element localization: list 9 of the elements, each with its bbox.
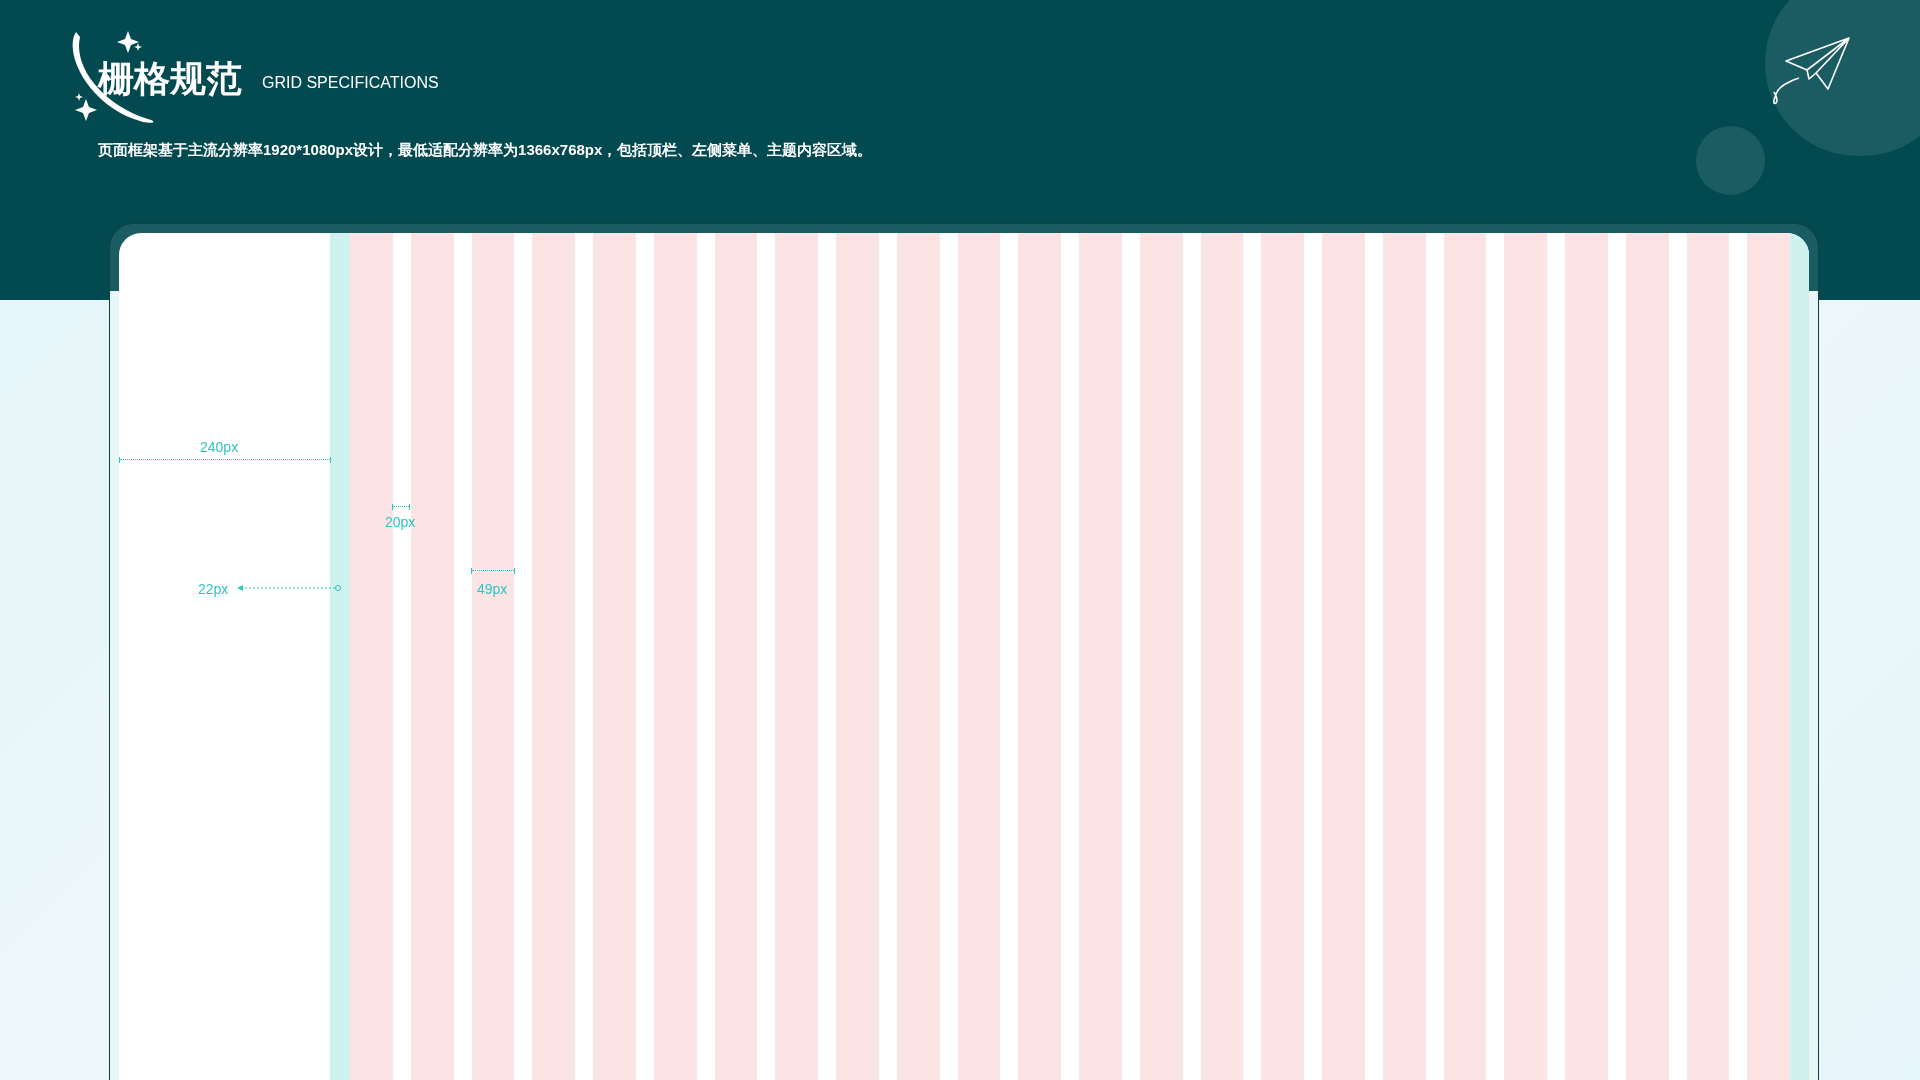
- page-title: 栅格规范: [98, 61, 242, 97]
- dimension-line: [471, 567, 515, 574]
- dimension-label: 240px: [200, 437, 239, 457]
- page-subtitle: GRID SPECIFICATIONS: [262, 73, 439, 93]
- dimension-label: 20px: [385, 512, 416, 532]
- dimension-label: 49px: [477, 579, 508, 599]
- dimension-line: [392, 503, 410, 510]
- dimension-label: 22px: [198, 579, 229, 599]
- description-text: 页面框架基于主流分辨率1920*1080px设计，最低适配分辨率为1366x768px，包括顶栏、左侧菜单、主题内容区域。: [98, 140, 874, 160]
